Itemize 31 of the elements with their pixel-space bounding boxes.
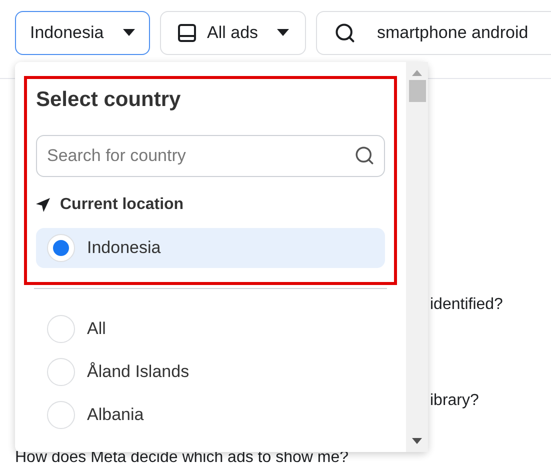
scroll-down-icon[interactable] <box>412 438 422 444</box>
ad-type-dropdown-button[interactable]: All ads <box>160 11 306 55</box>
question-link[interactable]: How does Meta decide which ads to show me? <box>15 449 349 466</box>
search-icon <box>354 144 375 166</box>
location-arrow-icon <box>36 198 50 212</box>
section-label: Current location <box>60 194 184 214</box>
country-option[interactable]: All <box>36 308 385 348</box>
question-text: ibrary? <box>430 392 479 409</box>
scrollbar[interactable] <box>406 62 428 452</box>
search-icon <box>334 22 356 44</box>
caret-icon <box>123 29 135 37</box>
radio-button[interactable] <box>47 400 75 428</box>
country-dropdown-button[interactable]: Indonesia <box>15 11 150 55</box>
radio-button[interactable] <box>47 358 75 386</box>
country-option[interactable]: Indonesia <box>36 228 385 268</box>
country-label: Åland Islands <box>87 360 190 383</box>
scroll-up-icon[interactable] <box>412 70 422 76</box>
country-label: Indonesia <box>87 236 161 259</box>
caret-icon <box>277 29 289 37</box>
country-label: All <box>87 318 106 340</box>
search-field[interactable]: smartphone android <box>316 11 551 55</box>
question-text: identified? <box>430 296 503 313</box>
country-option[interactable]: Åland Islands <box>36 352 385 392</box>
country-label: Albania <box>87 404 144 426</box>
country-search-field[interactable]: Search for country <box>36 134 385 176</box>
tablet-icon <box>177 23 197 43</box>
radio-button[interactable] <box>47 234 75 262</box>
scrollbar-thumb[interactable] <box>408 80 426 102</box>
country-option[interactable]: Albania <box>36 394 385 434</box>
dropdown-title: Select country <box>36 87 182 113</box>
radio-button[interactable] <box>47 314 75 342</box>
